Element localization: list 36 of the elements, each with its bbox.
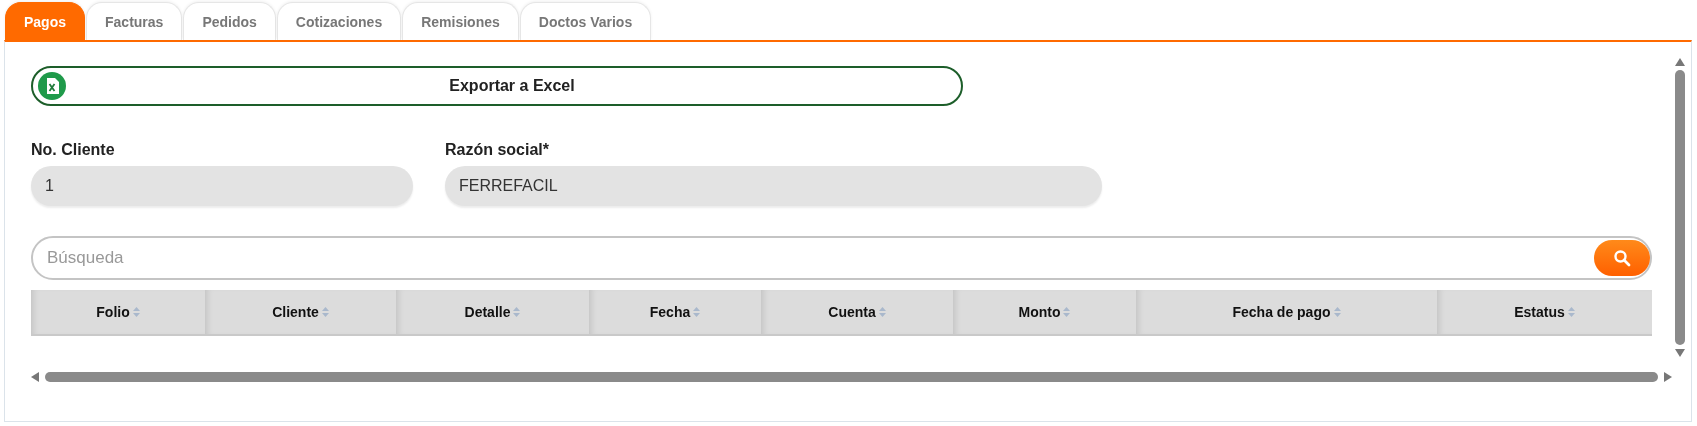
tab[interactable]: Remisiones [402,2,519,40]
sort-icon [321,307,329,317]
scroll-right-icon[interactable] [1664,372,1672,382]
tab[interactable]: Pedidos [183,2,276,40]
text-field[interactable]: 1 [31,166,413,206]
column-header[interactable]: Fecha de pago [1136,290,1437,334]
column-header[interactable]: Cuenta [761,290,953,334]
scroll-left-icon[interactable] [31,372,39,382]
sort-icon [878,307,886,317]
sort-icon [1567,307,1575,317]
column-header[interactable]: Monto [953,290,1136,334]
field-label: No. Cliente [31,140,116,160]
tab[interactable]: Cotizaciones [276,2,402,40]
export-excel-button[interactable]: Exportar a Excel [31,66,963,106]
vertical-scrollbar[interactable] [1675,70,1685,345]
scroll-up-icon[interactable] [1675,58,1685,66]
column-header[interactable]: Detalle [396,290,589,334]
scroll-down-icon[interactable] [1675,349,1685,357]
horizontal-scrollbar[interactable] [45,372,1658,382]
sort-icon [132,307,140,317]
sort-icon [1333,307,1341,317]
tab[interactable]: Doctos Varios [519,2,652,40]
sort-icon [693,307,701,317]
column-header[interactable]: Estatus [1437,290,1652,334]
sort-icon [513,307,521,317]
column-header[interactable]: Fecha [589,290,761,334]
search-field[interactable]: Búsqueda [31,236,1652,280]
search-icon [1613,249,1631,267]
column-header[interactable]: Cliente [205,290,396,334]
field-label: Razón social* [445,140,551,160]
text-field[interactable]: FERREFACIL [445,166,1102,206]
spreadsheet-icon [37,71,67,101]
search-button[interactable] [1594,240,1650,276]
sort-icon [1063,307,1071,317]
column-header[interactable]: Folio [31,290,205,334]
tab[interactable]: Facturas [86,2,183,40]
